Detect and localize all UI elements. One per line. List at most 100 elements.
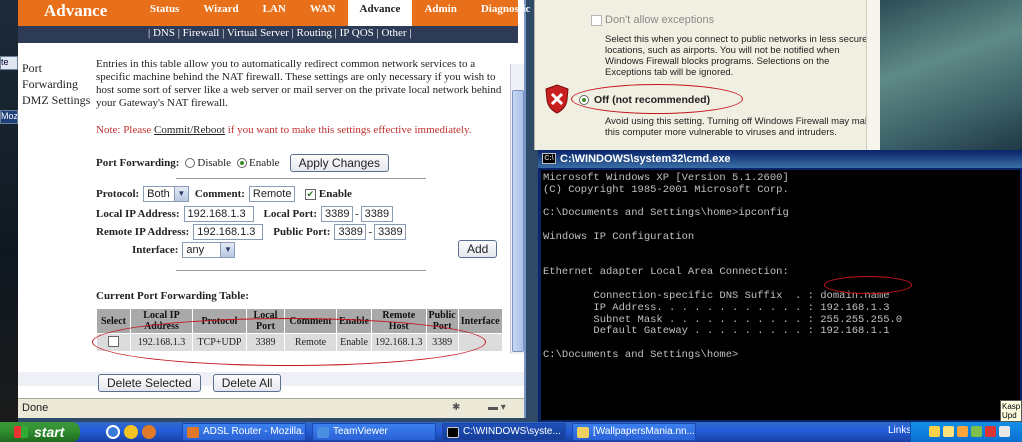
dont-allow-checkbox[interactable]	[591, 14, 602, 26]
off-description: Avoid using this setting. Turning off Wi…	[605, 116, 875, 138]
menu-item-wizard[interactable]: Wizard	[191, 0, 250, 26]
browser-window: Advance Status Wizard LAN WAN Advance Ad…	[18, 0, 530, 418]
messenger-icon[interactable]	[124, 425, 138, 439]
tray-icon[interactable]	[929, 426, 940, 437]
side-item-forwarding[interactable]: Forwarding	[22, 76, 94, 92]
enable-checkbox-label: Enable	[318, 188, 352, 200]
chevron-down-icon[interactable]: ▼	[173, 187, 188, 201]
firewall-scrollbar[interactable]	[866, 0, 880, 150]
comment-label: Comment:	[194, 188, 245, 200]
page-description: Entries in this table allow you to autom…	[96, 58, 502, 109]
protocol-value: Both	[147, 188, 170, 200]
enable-label: Enable	[249, 157, 280, 169]
desktop-window-stub[interactable]: Mozi	[0, 110, 18, 124]
task-cmd[interactable]: C:\WINDOWS\syste...	[442, 423, 566, 441]
side-menu: Port Forwarding DMZ Settings	[22, 60, 94, 108]
interface-label: Interface:	[132, 244, 179, 256]
router-header: Advance Status Wizard LAN WAN Advance Ad…	[18, 0, 530, 26]
commit-reboot-link[interactable]: Commit/Reboot	[154, 124, 225, 136]
vertical-scrollbar[interactable]	[510, 64, 524, 354]
note-text: Note: Please Commit/Reboot if you want t…	[96, 124, 471, 136]
delete-selected-button[interactable]: Delete Selected	[98, 374, 201, 392]
apply-changes-button[interactable]: Apply Changes	[289, 154, 389, 172]
annotation-oval	[571, 84, 743, 114]
interface-select[interactable]: any ▼	[182, 242, 236, 258]
remote-ip-label: Remote IP Address:	[96, 226, 190, 238]
note-suffix: if you want to make this settings effect…	[224, 124, 472, 136]
cmd-icon: C:\	[542, 153, 556, 164]
chevron-down-icon[interactable]: ▼	[220, 243, 235, 257]
local-ip-field[interactable]: 192.168.1.3	[183, 206, 254, 222]
column-header: Interface	[457, 308, 503, 334]
local-port-from-field[interactable]: 3389	[320, 206, 353, 222]
port-forwarding-row: Port Forwarding: Disable Enable Apply Ch…	[96, 154, 389, 172]
divider	[176, 270, 426, 271]
local-port-label: Local Port:	[263, 208, 317, 220]
side-item-port[interactable]: Port	[22, 60, 94, 76]
task-wallpapersmania[interactable]: [WallpapersMania.nn...	[572, 423, 696, 441]
menu-item-advance[interactable]: Advance	[347, 0, 413, 26]
tray-icon[interactable]	[943, 426, 954, 437]
public-port-label: Public Port:	[273, 226, 331, 238]
teamviewer-icon	[317, 427, 329, 438]
tray-icon[interactable]	[999, 426, 1010, 437]
folder-icon	[577, 427, 589, 438]
ie-icon[interactable]	[106, 425, 120, 439]
security-icon: ✱	[452, 402, 461, 413]
add-button[interactable]: Add	[458, 240, 498, 258]
task-label: TeamViewer	[333, 426, 388, 437]
tray-icon[interactable]	[971, 426, 982, 437]
protocol-row: Protocol: Both ▼ Comment: Remote ✔ Enable	[96, 186, 352, 202]
comment-field[interactable]: Remote	[248, 186, 295, 202]
enable-checkbox[interactable]: ✔	[304, 188, 316, 200]
note-prefix: Note: Please	[96, 124, 155, 136]
tray-tooltip: Kasp Upd	[1000, 400, 1022, 422]
menu-item-diagnostic[interactable]: Diagnostic	[469, 0, 543, 26]
dont-allow-label: Don't allow exceptions	[605, 14, 715, 26]
remote-ip-field[interactable]: 192.168.1.3	[193, 224, 264, 240]
task-adsl-router[interactable]: ADSL Router - Mozilla...	[182, 423, 306, 441]
subnav-links[interactable]: | DNS | Firewall | Virtual Server | Rout…	[148, 27, 411, 39]
scrollbar-thumb[interactable]	[512, 90, 524, 352]
interface-row: Interface: any ▼	[132, 242, 236, 258]
menu-item-lan[interactable]: LAN	[251, 0, 298, 26]
side-item-dmz[interactable]: DMZ Settings	[22, 92, 94, 108]
menu-item-status[interactable]: Status	[138, 0, 191, 26]
router-subnav: | DNS | Firewall | Virtual Server | Rout…	[18, 26, 518, 43]
disable-radio[interactable]	[185, 158, 196, 168]
start-label: start	[34, 424, 65, 440]
tray-icon[interactable]	[985, 426, 996, 437]
local-ip-row: Local IP Address: 192.168.1.3 Local Port…	[96, 206, 393, 222]
public-port-to-field[interactable]: 3389	[374, 224, 407, 240]
interface-value: any	[186, 244, 205, 256]
cmd-titlebar[interactable]: C:\ C:\WINDOWS\system32\cmd.exe	[538, 150, 1022, 168]
browser-status-bar: Done ✱ ▬ ▾	[18, 398, 524, 418]
public-port-from-field[interactable]: 3389	[334, 224, 367, 240]
protocol-select[interactable]: Both ▼	[143, 186, 189, 202]
menu-item-wan[interactable]: WAN	[298, 0, 348, 26]
dont-allow-row: Don't allow exceptions	[591, 14, 714, 26]
divider	[176, 178, 426, 179]
desktop-wallpaper	[880, 0, 1022, 150]
desktop-window-stub[interactable]: te	[0, 56, 18, 70]
local-ip-label: Local IP Address:	[96, 208, 180, 220]
annotation-oval	[92, 318, 486, 366]
firewall-dialog: Don't allow exceptions Select this when …	[534, 0, 880, 150]
port-forwarding-label: Port Forwarding:	[96, 157, 180, 169]
router-brand: Advance	[44, 1, 108, 20]
delete-all-button[interactable]: Delete All	[212, 374, 282, 392]
cmd-output[interactable]: Microsoft Windows XP [Version 5.1.2600] …	[541, 170, 1020, 420]
tray-icon[interactable]	[957, 426, 968, 437]
start-button[interactable]: start	[0, 422, 80, 442]
links-toolbar[interactable]: Links	[888, 425, 911, 436]
local-port-to-field[interactable]: 3389	[360, 206, 393, 222]
firefox-icon[interactable]	[142, 425, 156, 439]
task-label: [WallpapersMania.nn...	[593, 426, 695, 437]
enable-radio[interactable]	[237, 158, 248, 168]
protocol-label: Protocol:	[96, 188, 140, 200]
annotation-oval	[824, 276, 912, 294]
task-label: ADSL Router - Mozilla...	[203, 426, 306, 437]
task-teamviewer[interactable]: TeamViewer	[312, 423, 436, 441]
table-title: Current Port Forwarding Table:	[96, 290, 249, 302]
menu-item-admin[interactable]: Admin	[412, 0, 468, 26]
